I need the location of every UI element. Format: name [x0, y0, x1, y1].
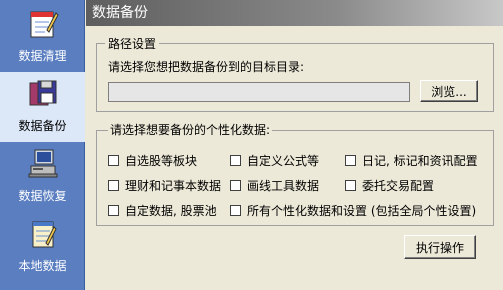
checkbox[interactable]: [345, 155, 356, 166]
option-drawing-tools[interactable]: 画线工具数据: [230, 177, 319, 194]
computer-restore-icon: [28, 149, 58, 178]
checkbox[interactable]: [230, 155, 241, 166]
option-label: 画线工具数据: [247, 179, 320, 193]
option-trading-config[interactable]: 委托交易配置: [345, 177, 434, 194]
sidebar-item-local-data[interactable]: 本地数据: [0, 212, 85, 282]
option-finance-notepad[interactable]: 理财和记事本数据: [108, 177, 221, 194]
checkbox[interactable]: [108, 155, 119, 166]
path-prompt: 请选择您想把数据备份到的目标目录:: [108, 60, 305, 74]
data-prompt: 请选择想要备份的个性化数据:: [108, 121, 273, 138]
option-custom-data-stock-pool[interactable]: 自定数据, 股票池: [108, 202, 217, 219]
sidebar-item-label: 数据清理: [18, 49, 67, 63]
option-diary-marks-news[interactable]: 日记, 标记和资讯配置: [345, 152, 478, 169]
backup-path-input[interactable]: [108, 82, 410, 102]
sidebar-item-label: 数据备份: [18, 119, 67, 133]
floppy-disk-icon: [29, 80, 57, 106]
option-label: 委托交易配置: [362, 179, 435, 193]
checkbox[interactable]: [230, 180, 241, 191]
sidebar-item-data-restore[interactable]: 数据恢复: [0, 142, 85, 212]
option-label: 日记, 标记和资讯配置: [362, 154, 478, 168]
checkbox[interactable]: [108, 180, 119, 191]
sidebar-item-data-backup[interactable]: 数据备份: [0, 72, 85, 142]
sidebar: 数据清理 数据备份 数据恢复 本地数据: [0, 0, 85, 290]
checkbox[interactable]: [230, 205, 241, 216]
option-label: 理财和记事本数据: [125, 179, 222, 193]
option-label: 自定数据, 股票池: [125, 204, 217, 218]
option-label: 自选股等板块: [125, 154, 198, 168]
option-label: 所有个性化数据和设置 (包括全局个性设置): [247, 204, 477, 218]
execute-button[interactable]: 执行操作: [404, 235, 476, 259]
sidebar-item-label: 数据恢复: [18, 189, 67, 203]
option-watchlist-blocks[interactable]: 自选股等板块: [108, 152, 197, 169]
notepad-icon: [32, 221, 57, 248]
sidebar-item-data-cleanup[interactable]: 数据清理: [0, 2, 85, 72]
sidebar-item-label: 本地数据: [18, 259, 67, 273]
notepad-pencil-icon: [30, 11, 59, 38]
panel-title: 数据备份: [86, 0, 503, 26]
option-all-personal-data[interactable]: 所有个性化数据和设置 (包括全局个性设置): [230, 202, 476, 219]
option-custom-formulas[interactable]: 自定义公式等: [230, 152, 319, 169]
option-label: 自定义公式等: [247, 154, 320, 168]
main-panel: 数据备份 路径设置 请选择您想把数据备份到的目标目录: 浏览... 请选择想要备…: [86, 0, 503, 290]
checkbox[interactable]: [345, 180, 356, 191]
browse-button[interactable]: 浏览...: [420, 80, 478, 102]
checkbox[interactable]: [108, 205, 119, 216]
path-settings-legend: 路径设置: [105, 35, 160, 52]
